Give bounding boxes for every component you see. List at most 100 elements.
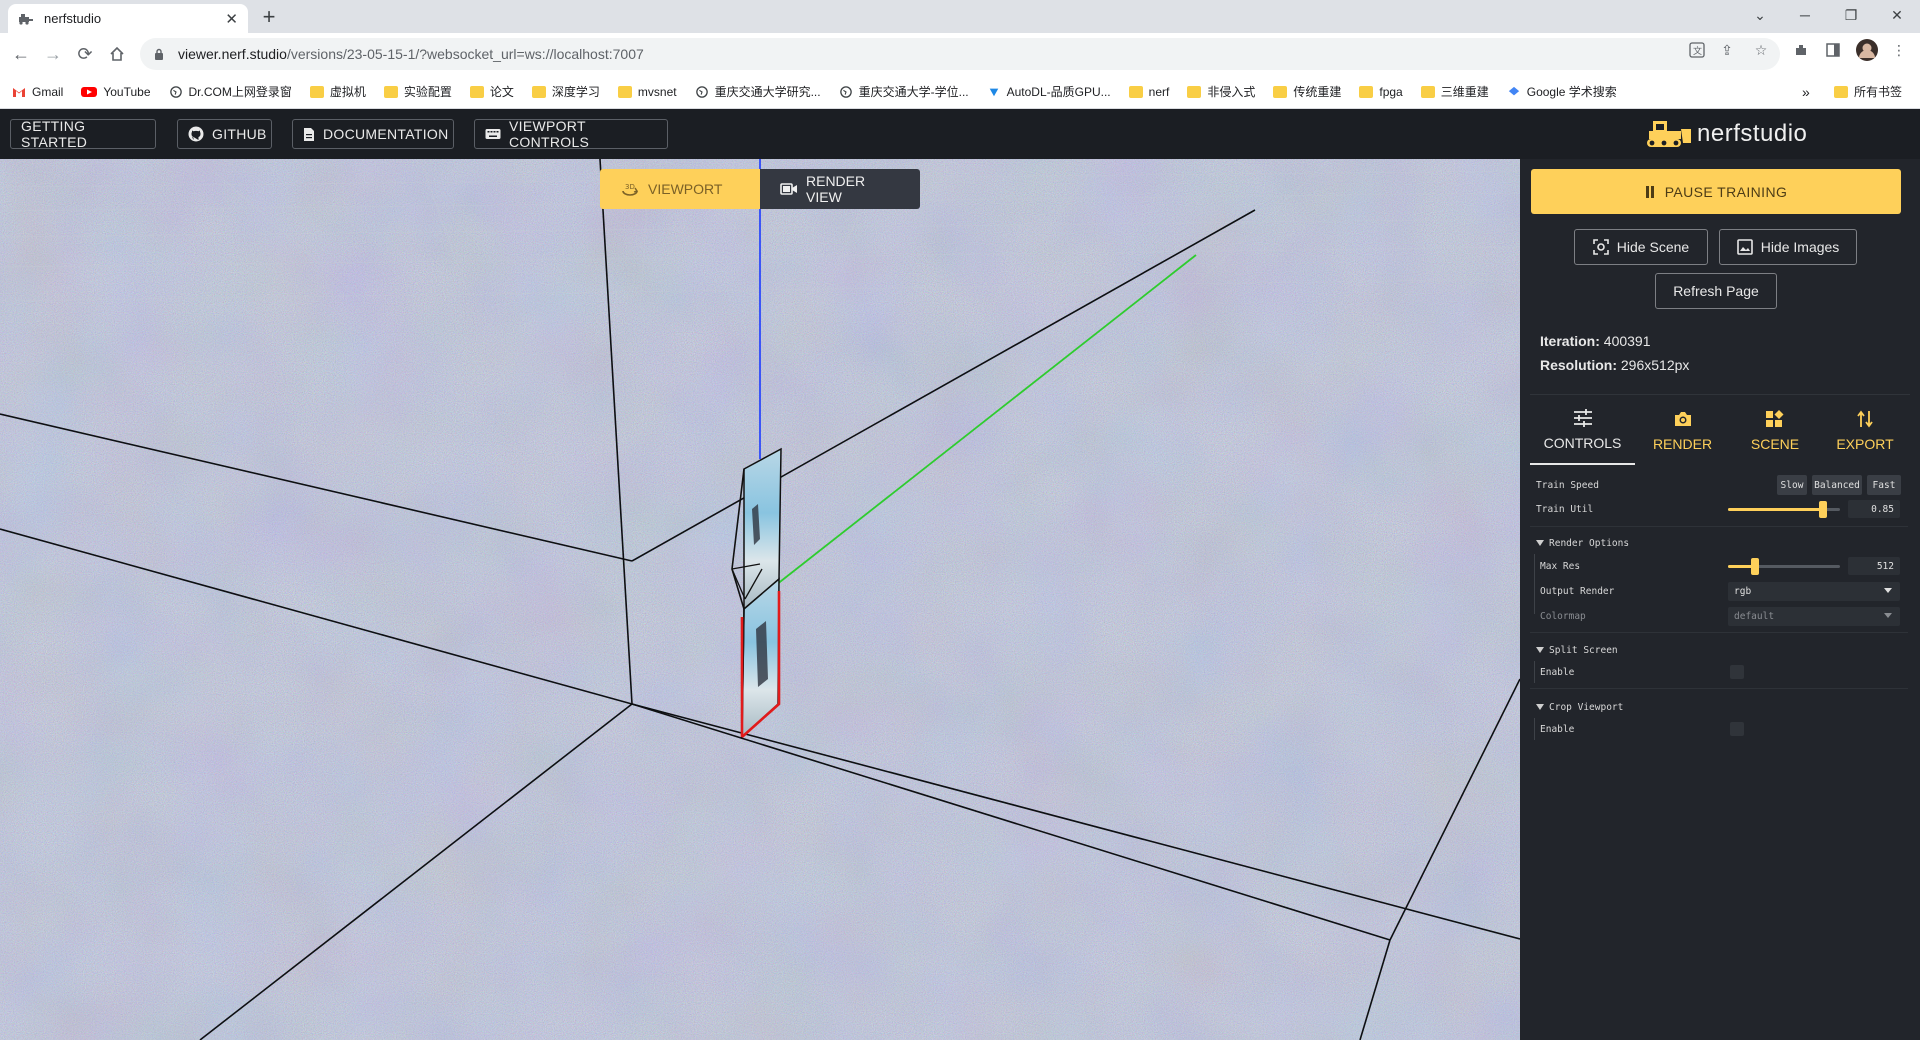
bookmark-folder-3d[interactable]: 三维重建 bbox=[1420, 83, 1489, 100]
crop-viewport-folder[interactable]: Crop Viewport bbox=[1530, 696, 1908, 718]
bookmark-drcom[interactable]: Dr.COM上网登录窗 bbox=[169, 83, 292, 100]
getting-started-button[interactable]: GETTING STARTED bbox=[10, 118, 156, 150]
max-res-value: 512 bbox=[1876, 560, 1894, 572]
tab-controls[interactable]: CONTROLS bbox=[1530, 395, 1635, 465]
train-util-input[interactable]: 0.85 bbox=[1848, 500, 1900, 518]
speed-slow-button[interactable]: Slow bbox=[1777, 475, 1807, 495]
bookmark-cqjtu-degree[interactable]: 重庆交通大学-学位... bbox=[839, 83, 969, 100]
bookmark-label: 重庆交通大学-学位... bbox=[858, 85, 969, 99]
train-util-label: Train Util bbox=[1536, 503, 1594, 515]
bookmarks-overflow-button[interactable]: » bbox=[1802, 84, 1810, 100]
scholar-icon bbox=[1508, 86, 1519, 95]
folder-icon bbox=[1834, 85, 1848, 98]
split-enable-row: Enable bbox=[1530, 661, 1908, 683]
viewport-controls-button[interactable]: VIEWPORT CONTROLS bbox=[474, 118, 668, 150]
translate-icon[interactable]: 文 bbox=[1688, 41, 1706, 59]
train-util-thumb[interactable] bbox=[1819, 501, 1828, 518]
svg-text:文: 文 bbox=[1693, 45, 1702, 57]
tab-export[interactable]: EXPORT bbox=[1820, 395, 1910, 465]
viewport-controls-label: VIEWPORT CONTROLS bbox=[509, 118, 590, 150]
browser-tab[interactable]: nerfstudio ✕ bbox=[8, 4, 248, 33]
3d-viewport[interactable]: 3D VIEWPORT RENDER VIEW bbox=[0, 159, 1520, 1040]
tab-search-icon[interactable]: ⌄ bbox=[1737, 0, 1783, 30]
autodl-icon bbox=[989, 88, 998, 96]
all-bookmarks-button[interactable]: 所有书签 bbox=[1834, 83, 1902, 100]
scene-canvas[interactable] bbox=[0, 159, 1520, 1040]
tab-render-view[interactable]: RENDER VIEW bbox=[760, 169, 920, 209]
tab-close-icon[interactable]: ✕ bbox=[225, 10, 238, 28]
hide-images-button[interactable]: Hide Images bbox=[1719, 229, 1857, 265]
split-enable-checkbox[interactable] bbox=[1730, 665, 1744, 679]
train-util-slider[interactable] bbox=[1728, 501, 1840, 518]
speed-fast-button[interactable]: Fast bbox=[1867, 475, 1901, 495]
dropdown-arrow-icon bbox=[1884, 613, 1892, 618]
max-res-input[interactable]: 512 bbox=[1848, 557, 1900, 575]
hide-scene-label: Hide Scene bbox=[1616, 239, 1690, 255]
home-icon[interactable] bbox=[102, 39, 132, 69]
bookmark-label: Google 学术搜索 bbox=[1526, 85, 1617, 99]
max-res-slider[interactable] bbox=[1728, 558, 1840, 575]
divider bbox=[1530, 688, 1908, 689]
bookmark-gmail[interactable]: Gmail bbox=[12, 85, 63, 99]
split-screen-folder[interactable]: Split Screen bbox=[1530, 639, 1908, 661]
bookmark-folder-traditional[interactable]: 传统重建 bbox=[1273, 83, 1341, 100]
pause-training-button[interactable]: PAUSE TRAINING bbox=[1531, 169, 1901, 214]
bookmark-autodl[interactable]: AutoDL-品质GPU... bbox=[987, 83, 1111, 100]
bookmark-google-scholar[interactable]: Google 学术搜索 bbox=[1507, 83, 1617, 100]
folder-icon bbox=[309, 85, 324, 98]
widgets-icon bbox=[1765, 408, 1785, 430]
max-res-thumb[interactable] bbox=[1750, 558, 1759, 575]
restore-button[interactable]: ❐ bbox=[1828, 0, 1874, 30]
iteration-row: Iteration: 400391 bbox=[1540, 329, 1689, 353]
overflow-label: » bbox=[1802, 83, 1810, 100]
bookmark-folder-mvsnet[interactable]: mvsnet bbox=[617, 84, 677, 99]
folder-icon bbox=[1187, 85, 1202, 98]
colormap-select[interactable]: default bbox=[1728, 607, 1900, 626]
bookmark-folder-noninvasive[interactable]: 非侵入式 bbox=[1187, 83, 1255, 100]
address-bar[interactable]: viewer.nerf.studio/versions/23-05-15-1/?… bbox=[140, 38, 1780, 70]
output-render-value: rgb bbox=[1734, 586, 1752, 597]
back-icon[interactable]: ← bbox=[6, 39, 36, 69]
reload-icon[interactable]: ⟳ bbox=[70, 39, 100, 69]
bookmark-folder-dl[interactable]: 深度学习 bbox=[531, 83, 600, 100]
share-icon[interactable]: ⇪ bbox=[1718, 41, 1736, 59]
tab-scene[interactable]: SCENE bbox=[1730, 395, 1820, 465]
extensions-icon[interactable] bbox=[1792, 41, 1810, 59]
bookmark-folder-vm[interactable]: 虚拟机 bbox=[309, 83, 366, 100]
train-util-row: Train Util 0.85 bbox=[1530, 498, 1908, 520]
bookmark-folder-nerf[interactable]: nerf bbox=[1128, 85, 1169, 99]
bookmark-star-icon[interactable]: ☆ bbox=[1752, 41, 1770, 59]
forward-icon[interactable]: → bbox=[38, 39, 68, 69]
window-close-button[interactable]: ✕ bbox=[1874, 0, 1920, 30]
crop-enable-checkbox[interactable] bbox=[1730, 722, 1744, 736]
new-tab-button[interactable]: + bbox=[255, 4, 283, 30]
github-button[interactable]: GITHUB bbox=[177, 119, 272, 149]
output-render-select[interactable]: rgb bbox=[1728, 582, 1900, 601]
tab-render[interactable]: RENDER bbox=[1635, 395, 1730, 465]
panel-tabs: CONTROLS RENDER SCENE EXPORT bbox=[1530, 394, 1910, 465]
bookmark-cqjtu-grad[interactable]: 重庆交通大学研究... bbox=[695, 83, 821, 100]
bookmark-label: Gmail bbox=[32, 84, 64, 99]
bookmark-label: mvsnet bbox=[637, 84, 677, 99]
hide-scene-button[interactable]: Hide Scene bbox=[1574, 229, 1708, 265]
tab-viewport[interactable]: 3D VIEWPORT bbox=[600, 169, 760, 209]
control-panel: PAUSE TRAINING Hide Scene Hide Images Re… bbox=[1520, 159, 1920, 1040]
bookmark-youtube[interactable]: YouTube bbox=[81, 85, 151, 99]
bookmark-folder-papers[interactable]: 论文 bbox=[469, 83, 514, 100]
folder-icon bbox=[617, 85, 632, 98]
side-panel-icon[interactable] bbox=[1824, 41, 1842, 59]
minimize-button[interactable]: ─ bbox=[1782, 0, 1828, 30]
folder-icon bbox=[469, 85, 484, 98]
speed-balanced-button[interactable]: Balanced bbox=[1812, 475, 1862, 495]
bookmark-folder-lab[interactable]: 实验配置 bbox=[383, 83, 452, 100]
documentation-button[interactable]: DOCUMENTATION bbox=[292, 119, 454, 149]
document-icon bbox=[303, 127, 315, 142]
profile-avatar[interactable] bbox=[1855, 38, 1879, 62]
browser-menu-icon[interactable]: ⋮ bbox=[1890, 41, 1908, 59]
render-options-label: Render Options bbox=[1549, 537, 1630, 549]
bookmark-folder-fpga[interactable]: fpga bbox=[1359, 85, 1403, 99]
tab-scene-label: SCENE bbox=[1750, 436, 1800, 452]
render-options-folder[interactable]: Render Options bbox=[1530, 532, 1908, 554]
refresh-page-button[interactable]: Refresh Page bbox=[1655, 273, 1777, 309]
folder-icon bbox=[531, 85, 546, 98]
